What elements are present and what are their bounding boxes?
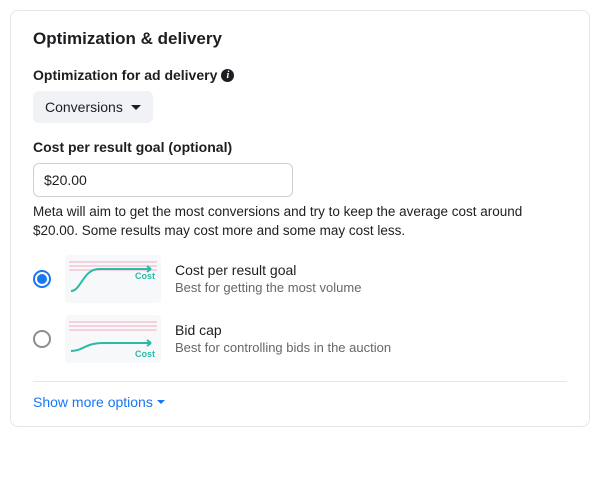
radio-cost-per-result[interactable] <box>33 270 51 288</box>
chevron-down-icon <box>131 105 141 110</box>
bid-option-text: Bid cap Best for controlling bids in the… <box>175 322 391 355</box>
cost-goal-helper: Meta will aim to get the most conversion… <box>33 203 567 241</box>
bid-option-bid-cap[interactable]: Cost Bid cap Best for controlling bids i… <box>33 315 567 363</box>
bid-option-subtitle: Best for controlling bids in the auction <box>175 340 391 355</box>
bid-option-text: Cost per result goal Best for getting th… <box>175 262 361 295</box>
section-title: Optimization & delivery <box>33 29 567 49</box>
cost-goal-input[interactable] <box>33 163 293 197</box>
thumb-bid-cap: Cost <box>65 315 161 363</box>
optimization-dropdown[interactable]: Conversions <box>33 91 153 123</box>
radio-bid-cap[interactable] <box>33 330 51 348</box>
show-more-options[interactable]: Show more options <box>33 394 165 410</box>
thumb-cost-per-result: Cost <box>65 255 161 303</box>
thumb-label: Cost <box>135 271 155 281</box>
bid-option-subtitle: Best for getting the most volume <box>175 280 361 295</box>
info-icon[interactable]: i <box>221 69 234 82</box>
optimization-dropdown-value: Conversions <box>45 99 123 115</box>
optimization-label-text: Optimization for ad delivery <box>33 67 217 83</box>
optimization-delivery-card: Optimization & delivery Optimization for… <box>10 10 590 427</box>
show-more-label: Show more options <box>33 394 153 410</box>
cost-goal-label: Cost per result goal (optional) <box>33 139 567 155</box>
bid-option-title: Cost per result goal <box>175 262 361 278</box>
bid-option-cost-per-result[interactable]: Cost Cost per result goal Best for getti… <box>33 255 567 303</box>
bid-option-title: Bid cap <box>175 322 391 338</box>
optimization-label: Optimization for ad delivery i <box>33 67 567 83</box>
chevron-down-icon <box>157 400 165 404</box>
thumb-label: Cost <box>135 349 155 359</box>
divider <box>33 381 567 382</box>
